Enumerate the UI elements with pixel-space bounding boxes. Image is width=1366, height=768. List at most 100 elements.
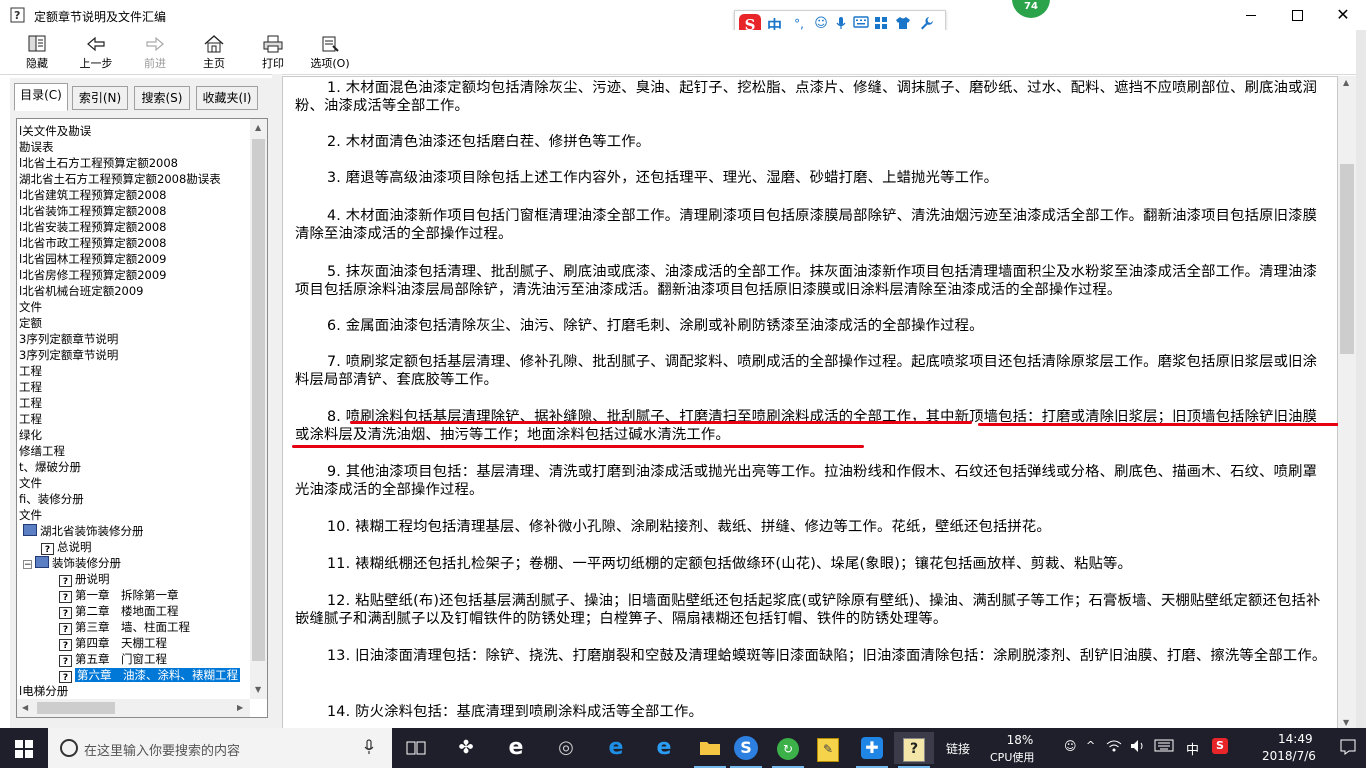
tree-item[interactable]: 文件 <box>19 299 249 315</box>
microphone-icon-taskbar[interactable] <box>364 739 374 759</box>
title-bar[interactable]: ? 定额章节说明及文件汇编 ✕ <box>0 0 1366 30</box>
tree-scroll-thumb[interactable] <box>252 139 265 661</box>
sogou-browser-button[interactable]: S <box>726 732 766 768</box>
tree-item[interactable]: 湖北省装饰装修分册 <box>19 523 249 539</box>
tree-item[interactable]: 文件 <box>19 507 249 523</box>
links-toolbar[interactable]: 链接 <box>946 740 970 757</box>
tree-item[interactable]: ? 总说明 <box>19 539 249 555</box>
tree-item[interactable]: 工程 <box>19 395 249 411</box>
tree-item[interactable]: ? 册说明 <box>19 571 249 587</box>
tree-item[interactable]: 工程 <box>19 411 249 427</box>
navigation-pane: 目录(C) 索引(N) 搜索(S) 收藏夹(I) l关文件及勘误 勘误表 l北省土石… <box>10 78 272 732</box>
tree-item[interactable]: − 装饰装修分册 <box>19 555 249 571</box>
scroll-down-arrow-icon[interactable]: ▼ <box>255 685 261 694</box>
tab-index[interactable]: 索引(N) <box>72 86 128 110</box>
taskbar-search[interactable]: 在这里输入你要搜索的内容 <box>48 728 392 768</box>
blue-app-button[interactable]: ✚ <box>852 732 892 768</box>
volume-icon[interactable] <box>1130 739 1146 756</box>
close-button[interactable]: ✕ <box>1320 0 1366 30</box>
ie-button[interactable]: e <box>496 732 536 764</box>
tree-item[interactable]: l北省土石方工程预算定额2008 <box>19 155 249 171</box>
tree-item[interactable]: l北省建筑工程预算定额2008 <box>19 187 249 203</box>
tree-item[interactable]: ? 第四章 天棚工程 <box>19 635 249 651</box>
back-button[interactable]: 上一步 <box>72 32 120 72</box>
forward-button[interactable]: 前进 <box>131 32 179 72</box>
tree-item[interactable]: 工程 <box>19 363 249 379</box>
keyboard-tray-icon[interactable] <box>1154 739 1174 755</box>
tree-item[interactable]: 修缮工程 <box>19 443 249 459</box>
tree-item[interactable]: ? 第一章 拆除第一章 <box>19 587 249 603</box>
tree-vertical-scrollbar[interactable]: ▲ ▼ <box>250 119 267 699</box>
ie-button-2[interactable]: e <box>644 732 684 764</box>
network-icon[interactable] <box>1106 739 1122 756</box>
minimize-button[interactable] <box>1228 0 1274 30</box>
tree-item[interactable]: 3序列定额章节说明 <box>19 347 249 363</box>
tree-item[interactable]: 湖北省土石方工程预算定额2008勘误表 <box>19 171 249 187</box>
sogou-tray-icon[interactable]: S <box>1212 738 1228 754</box>
ime-indicator[interactable]: 中 <box>1186 739 1199 758</box>
green-app-button[interactable]: ↻ <box>768 732 808 768</box>
tree-item[interactable]: 文件 <box>19 475 249 491</box>
tree-item[interactable]: ? 第五章 门窗工程 <box>19 651 249 667</box>
tab-contents[interactable]: 目录(C) <box>14 83 68 111</box>
fan-app-button[interactable]: ✤ <box>446 732 486 764</box>
hide-button[interactable]: 隐藏 <box>13 32 61 72</box>
print-button[interactable]: 打印 <box>249 32 297 72</box>
clock-date[interactable]: 2018/7/6 <box>1262 749 1316 763</box>
tree-item[interactable]: ? 第二章 楼地面工程 <box>19 603 249 619</box>
tree-item[interactable]: 3序列定额章节说明 <box>19 331 249 347</box>
tree-item[interactable]: fi、装修分册 <box>19 491 249 507</box>
blue-app-icon: ✚ <box>861 737 883 759</box>
start-button[interactable] <box>0 728 48 768</box>
tree-horizontal-scrollbar[interactable]: ◀ ▶ <box>17 699 250 717</box>
scroll-up-arrow-icon[interactable]: ▲ <box>255 123 261 132</box>
tree-item[interactable]: l电梯分册 <box>19 683 249 699</box>
content-paragraph: 13. 旧油漆面清理包括：除铲、挠洗、打磨崩裂和空鼓及清理蛤蟆斑等旧漆面缺陷；旧… <box>295 647 1331 665</box>
people-icon[interactable]: ☺ <box>1064 739 1077 753</box>
tree-hscroll-thumb[interactable] <box>37 702 115 714</box>
tree-collapse-icon[interactable]: − <box>23 560 32 570</box>
scroll-right-arrow-icon[interactable]: ▶ <box>237 703 243 712</box>
maximize-button[interactable] <box>1274 0 1320 30</box>
content-scroll-up-icon[interactable]: ▲ <box>1343 78 1349 87</box>
content-scroll-down-icon[interactable]: ▼ <box>1343 718 1349 727</box>
spiral-app-button[interactable]: ◎ <box>546 732 586 764</box>
tree-item[interactable]: l北省园林工程预算定额2009 <box>19 251 249 267</box>
content-scroll-thumb[interactable] <box>1340 164 1354 354</box>
tab-search[interactable]: 搜索(S) <box>134 86 190 110</box>
tree-item[interactable]: l北省市政工程预算定额2008 <box>19 235 249 251</box>
options-button[interactable]: 选项(O) <box>306 32 354 72</box>
tree-item[interactable]: l北省机械台班定额2009 <box>19 283 249 299</box>
clock-time[interactable]: 14:49 <box>1278 732 1313 746</box>
chevron-up-icon[interactable]: ^ <box>1086 739 1095 752</box>
home-button[interactable]: 主页 <box>190 32 238 72</box>
tree-item[interactable]: t、爆破分册 <box>19 459 249 475</box>
red-underline-3 <box>292 445 864 448</box>
toolbar: 隐藏 上一步 前进 主页 打印 选项(O) <box>0 30 1366 75</box>
tree-item[interactable]: 工程 <box>19 379 249 395</box>
tree-item[interactable]: 绿化 <box>19 427 249 443</box>
notification-icon[interactable] <box>1340 739 1356 758</box>
tree-item[interactable]: l北省装饰工程预算定额2008 <box>19 203 249 219</box>
content-vertical-scrollbar[interactable]: ▲ ▼ <box>1338 76 1356 732</box>
tree-item[interactable]: l北省安装工程预算定额2008 <box>19 219 249 235</box>
tree-item[interactable]: l北省房修工程预算定额2009 <box>19 267 249 283</box>
help-page-icon: ? <box>59 575 72 587</box>
pane-splitter[interactable] <box>272 74 282 736</box>
scroll-left-arrow-icon[interactable]: ◀ <box>22 703 28 712</box>
task-view-button[interactable] <box>396 732 436 764</box>
tree-item[interactable]: 勘误表 <box>19 139 249 155</box>
tab-favorites[interactable]: 收藏夹(I) <box>196 86 258 110</box>
tree-item[interactable]: ? 第三章 墙、柱面工程 <box>19 619 249 635</box>
green-app-icon: ↻ <box>777 738 799 760</box>
content-paragraph: 11. 裱糊纸棚还包括扎检架子；卷棚、一平两切纸棚的定额包括做绦环(山花)、垛尾… <box>295 555 1331 573</box>
file-explorer-button[interactable] <box>690 732 730 768</box>
notepad-button[interactable]: ✎ <box>808 732 848 764</box>
tree-item[interactable]: 定额 <box>19 315 249 331</box>
tree-item[interactable]: l关文件及勘误 <box>19 123 249 139</box>
help-app-button[interactable]: ? <box>894 732 934 768</box>
tree-item-label: 工程 <box>19 396 42 410</box>
contents-tree[interactable]: l关文件及勘误 勘误表 l北省土石方工程预算定额2008 湖北省土石方工程预算定额20… <box>16 118 268 718</box>
edge-button[interactable]: e <box>596 732 636 764</box>
tree-item[interactable]: ? 第六章 油漆、涂料、裱糊工程 <box>19 667 249 683</box>
